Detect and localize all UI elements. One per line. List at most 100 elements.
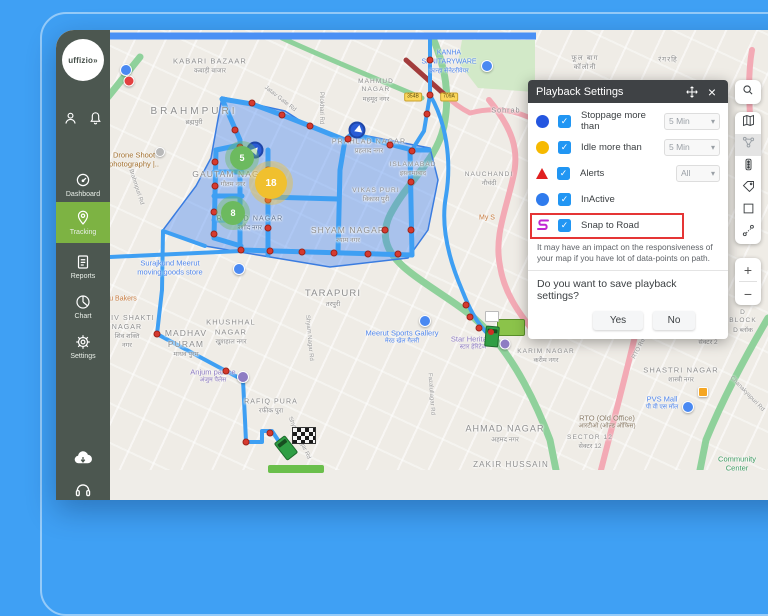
map-area-label: MADHAV PURAMमाधव पुरम [165,328,207,360]
label-text: सेक्टर 12 [567,444,613,452]
folded-map-icon [741,113,756,133]
route-stop-dot [331,250,338,257]
route-tool-button[interactable] [735,222,761,244]
playback-row-inactive: InActive [536,186,720,212]
stoppage-checkbox[interactable] [558,115,571,128]
map-road-label: Fazalullagar Rd [427,373,436,415]
sidebar-item-chart[interactable]: Chart [56,288,110,325]
route-stop-dot [279,112,286,119]
cluster-marker[interactable]: 18 [255,167,287,199]
route-stop-dot [307,123,314,130]
route-end-flag-icon [292,427,316,444]
sidebar-item-settings[interactable]: Settings [56,328,110,365]
alerts-checkbox[interactable] [557,167,570,180]
route-stop-dot [265,225,272,232]
location-pin-icon [56,209,110,227]
map-poi-label: RTO (Old Office)आरटीओ (ओल्ड ऑफिस) [578,413,635,430]
app-logo[interactable]: uffizio» [62,39,104,81]
route-stop-dot [408,227,415,234]
playback-rows: Stoppage more than 5 Min▾ Idle more than… [528,103,728,238]
poi-circle-icon [237,371,249,383]
yes-button[interactable]: Yes [593,311,643,330]
sidebar-item-dashboard[interactable]: Dashboard [56,166,110,203]
direction-arrow-marker[interactable] [349,122,366,139]
idle-duration-dropdown[interactable]: 5 Min▾ [664,139,720,156]
route-stop-dot [211,209,218,216]
inactive-checkbox[interactable] [558,193,571,206]
route-stop-dot [365,251,372,258]
route-stop-dot [154,331,161,338]
route-stop-dot [408,179,415,186]
traffic-toggle-button[interactable] [735,156,761,178]
sidebar-item-label: Chart [56,313,110,320]
zoom-out-button[interactable]: − [735,282,761,305]
label-text: Sohrab [491,106,520,115]
dashboard-icon [56,171,110,189]
label-text: सेक्टर 2 [687,340,728,348]
cluster-marker[interactable]: 5 [230,146,254,170]
label-text: PVS Mall [646,394,678,403]
label-text: ब्रह्मपुरी [150,119,237,127]
screen: { "colors":{ "accent_green":"#7db343","s… [0,0,768,470]
map-area-label: MAHMUD NAGARमहमूद नगर [358,78,394,104]
draw-region-button[interactable] [735,200,761,222]
idle-checkbox[interactable] [558,141,571,154]
label-text: VIKAS PURI [352,187,399,195]
map-area-label: KABARI BAZAARकबाड़ी बाजार [173,56,247,75]
arrow-icon [352,125,361,135]
zoom-in-button[interactable]: + [735,258,761,281]
chevron-down-icon: ▾ [711,117,715,126]
map-search-button[interactable] [735,80,761,104]
stoppage-marker-icon [536,115,549,128]
poi-circle-icon [481,60,493,72]
label-text: My S [479,215,495,224]
cloud-download-icon[interactable] [56,448,110,471]
search-icon [741,83,755,102]
playback-settings-header[interactable]: Playback Settings × [528,80,728,103]
labels-toggle-button[interactable] [735,178,761,200]
user-icon[interactable] [62,110,79,132]
playback-row-snap-to-road: Snap to Road [536,212,720,238]
map-area-label: VIKAS PURIविकास पुरी [352,187,399,205]
label-text: शास्त्री नगर [643,376,719,384]
sidebar-item-tracking[interactable]: Tracking [56,202,110,243]
cluster-marker[interactable]: 8 [221,201,245,225]
map-layers-button[interactable] [735,112,761,134]
snap-to-road-checkbox[interactable] [558,219,571,232]
label-text: u Bakers [109,296,137,305]
headset-icon[interactable] [56,480,110,500]
map-road-label: Pilokhari Rd [318,92,324,124]
cluster-nodes-icon [741,135,756,155]
map-road-label: Chanakyapuri Rd [729,375,766,413]
close-icon[interactable]: × [704,84,720,100]
label-text: Drone Shoot photography |.. [109,151,159,170]
inactive-label: InActive [581,194,720,205]
bell-icon[interactable] [87,110,104,132]
map-area-label: SHASTRI NAGARशास्त्री नगर [643,365,719,384]
sidebar-item-reports[interactable]: Reports [56,248,110,285]
label-text: कबाड़ी बाजार [173,67,247,75]
move-panel-icon[interactable] [684,84,700,100]
label-text: करीम नगर [517,358,575,366]
label-text: पी वी एस मॉल [646,404,678,412]
stoppage-duration-dropdown[interactable]: 5 Min▾ [664,113,720,130]
label-text: खुशहाल नगर [206,338,256,346]
map-poi-label: PVS Mallपी वी एस मॉल [646,394,678,411]
map-poi-label: Drone Shoot photography |.. [109,151,159,170]
label-text: KARIM NAGAR [517,348,575,356]
no-button[interactable]: No [653,311,695,330]
route-stop-dot [243,439,250,446]
label-text: MAHMUD NAGAR [358,78,394,95]
sidebar-item-label: Reports [56,273,110,280]
label-text: AHMAD NAGAR [465,423,544,435]
map-poi-label: u Bakers [109,296,137,305]
map-area-label: SHYAM NAGARश्याम नगर [311,225,385,245]
cluster-toggle-button[interactable] [735,134,761,156]
route-stop-dot [463,302,470,309]
map-area-label: RAFIQ PURAरफीक पुरा [244,398,298,417]
poi-circle-icon [682,401,694,413]
alerts-type-dropdown[interactable]: All▾ [676,165,720,182]
route-stop-dot [409,148,416,155]
label-text: ZAKIR HUSSAIN [473,460,549,470]
label-text: अहमद नगर [465,436,544,444]
